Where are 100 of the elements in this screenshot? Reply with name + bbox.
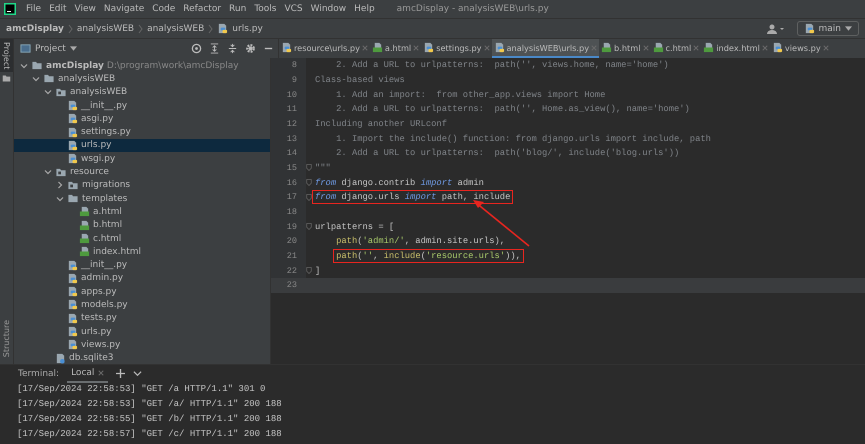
code-line: 1. Add an import: from other_app.views import Home <box>335 88 606 102</box>
editor-tab[interactable]: analysisWEB\urls.py <box>492 39 600 58</box>
tree-item[interactable]: analysisWEB <box>14 72 270 86</box>
terminal-tab[interactable]: Local <box>67 364 108 383</box>
expand-all-icon[interactable] <box>209 43 220 54</box>
tree-item[interactable]: index.html <box>14 245 270 258</box>
tree-item[interactable]: admin.py <box>14 272 270 286</box>
window-icon <box>20 43 31 54</box>
menu-item[interactable]: Help <box>354 4 375 14</box>
python-file-icon <box>67 260 78 271</box>
python-file-icon <box>423 42 434 53</box>
html-file-icon <box>652 42 664 53</box>
html-file-icon <box>79 233 90 244</box>
python-file-icon <box>67 100 78 112</box>
menu-item[interactable]: Code <box>152 4 176 14</box>
tree-item[interactable]: b.html <box>14 218 270 232</box>
menu-item[interactable]: Edit <box>49 4 66 14</box>
menu-item[interactable]: View <box>74 4 96 14</box>
editor-tab[interactable]: index.html <box>701 39 770 58</box>
tree-item[interactable]: amcDisplay D:\program\work\amcDisplay <box>14 59 270 72</box>
tree-item[interactable]: settings.py <box>14 125 270 139</box>
editor-tab[interactable]: b.html <box>599 39 650 58</box>
tree-item[interactable]: models.py <box>14 298 270 312</box>
breadcrumb-item[interactable]: analysisWEB <box>147 24 204 34</box>
html-file-icon <box>79 220 90 231</box>
tree-item[interactable]: migrations <box>14 178 270 192</box>
chevron-icon <box>208 24 214 34</box>
menu-item[interactable]: Navigate <box>104 4 144 14</box>
folder-icon <box>31 60 43 72</box>
editor-tab[interactable]: c.html <box>650 39 702 58</box>
html-file-icon <box>601 42 612 53</box>
python-file-icon <box>804 23 814 34</box>
menu-item[interactable]: Run <box>229 4 246 14</box>
tree-item[interactable]: urls.py <box>14 324 270 338</box>
tree-item[interactable]: tests.py <box>14 312 270 325</box>
terminal-line: [17/Sep/2024 22:58:55] "GET /b/ HTTP/1.1" 200 188 <box>16 413 283 426</box>
menu-item[interactable]: Window <box>310 4 346 14</box>
folder-icon <box>43 73 55 84</box>
fold-marker-icon[interactable] <box>306 222 312 232</box>
code-line: 2. Add a URL to urlpatterns: path('', Home.as_view(), name='home') <box>335 103 691 116</box>
code-line: ] <box>314 264 322 278</box>
tree-item[interactable]: wsgi.py <box>14 152 270 166</box>
database-file-icon <box>55 352 66 364</box>
chevron-down-icon[interactable] <box>133 369 142 378</box>
line-number: 15 <box>271 160 306 176</box>
line-number: 17 <box>271 190 306 205</box>
tree-item[interactable]: asgi.py <box>14 112 270 126</box>
menu-item[interactable]: Refactor <box>183 4 222 14</box>
terminal-line: [17/Sep/2024 22:58:57] "GET /c/ HTTP/1.1" 200 188 <box>16 428 283 441</box>
project-tool-tab[interactable]: Project <box>0 39 13 72</box>
python-file-icon <box>67 140 78 151</box>
breadcrumb-item[interactable]: amcDisplay <box>6 24 64 34</box>
code-line: path('admin/', admin.site.urls), <box>335 235 506 248</box>
line-number: 19 <box>271 219 306 234</box>
tree-item[interactable]: views.py <box>14 338 270 352</box>
line-number: 12 <box>271 116 306 132</box>
tree-item[interactable]: urls.py <box>14 138 270 152</box>
package-folder-icon <box>55 86 67 98</box>
code-line: """ <box>314 162 332 175</box>
collapse-all-icon[interactable] <box>227 43 238 54</box>
fold-marker-icon[interactable] <box>306 192 312 202</box>
fold-marker-icon[interactable] <box>306 163 312 172</box>
fold-marker-icon[interactable] <box>306 266 312 276</box>
line-number: 10 <box>271 87 306 102</box>
line-number: 11 <box>271 102 306 117</box>
tree-item[interactable]: db.sqlite3 <box>14 352 270 364</box>
tree-item[interactable]: templates <box>14 192 270 206</box>
run-configuration-dropdown[interactable]: main <box>796 21 859 36</box>
tree-item[interactable]: __init__.py <box>14 258 270 272</box>
breadcrumb-item[interactable]: analysisWEB <box>76 24 134 34</box>
folder-icon <box>2 74 11 84</box>
close-icon[interactable] <box>98 370 104 376</box>
user-icon[interactable] <box>766 24 784 34</box>
tree-item[interactable]: apps.py <box>14 285 270 298</box>
add-icon[interactable] <box>116 369 126 378</box>
editor-tab[interactable]: views.py <box>770 39 831 58</box>
structure-tool-tab[interactable]: Structure <box>2 316 11 360</box>
tree-item[interactable]: analysisWEB <box>14 86 270 99</box>
line-number: 22 <box>271 263 306 278</box>
menu-item[interactable]: Tools <box>254 4 276 14</box>
editor-tab[interactable]: resource\urls.py <box>279 39 370 58</box>
settings-icon[interactable] <box>245 43 256 54</box>
line-number: 14 <box>271 146 306 161</box>
editor-tab[interactable]: settings.py <box>421 39 492 58</box>
menu-item[interactable]: VCS <box>284 4 303 14</box>
python-file-icon <box>67 339 78 350</box>
line-number: 16 <box>271 175 306 190</box>
line-number: 8 <box>271 58 306 73</box>
fold-marker-icon[interactable] <box>306 178 312 188</box>
tree-item[interactable]: __init__.py <box>14 98 270 112</box>
project-view-dropdown[interactable]: Project <box>18 43 79 54</box>
python-file-icon <box>281 42 292 53</box>
breadcrumb-item[interactable]: urls.py <box>232 24 263 34</box>
tree-item[interactable]: c.html <box>14 232 270 246</box>
editor-tab[interactable]: a.html <box>370 39 422 58</box>
menu-item[interactable]: File <box>26 4 42 14</box>
python-file-icon <box>67 286 78 298</box>
tree-item[interactable]: resource <box>14 165 270 179</box>
locate-icon[interactable] <box>191 43 202 54</box>
tree-item[interactable]: a.html <box>14 205 270 219</box>
